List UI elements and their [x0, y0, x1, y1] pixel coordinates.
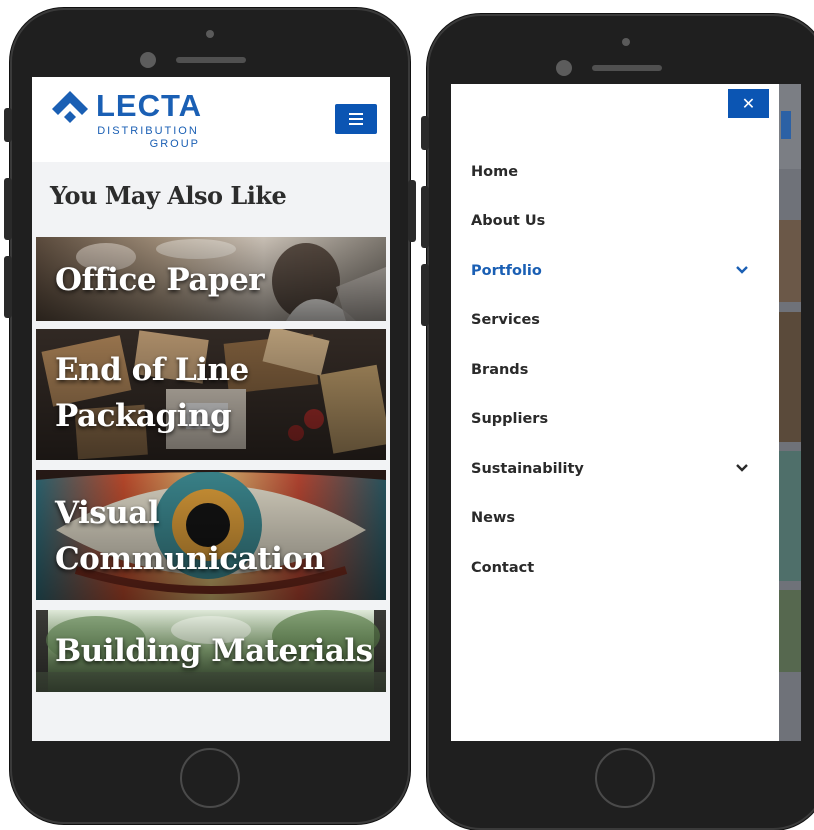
chevron-down-icon[interactable] [735, 265, 749, 275]
backdrop-menu-button [781, 111, 791, 139]
sensor-dot [622, 38, 630, 46]
earpiece-speaker [592, 65, 662, 71]
card-end-of-line-packaging[interactable]: End of Line Packaging [36, 329, 386, 460]
nav-item-services[interactable]: Services [471, 308, 761, 332]
nav-item-portfolio[interactable]: Portfolio [471, 259, 761, 283]
backdrop-card-2 [779, 312, 801, 442]
volume-down-button [4, 256, 12, 318]
backdrop-card-1 [779, 220, 801, 302]
card-label-visual-communication: Visual Communication [55, 495, 325, 577]
nav-drawer: ✕ Home About Us Portfolio Services Brand… [451, 84, 779, 741]
volume-down-button [421, 264, 429, 326]
card-label-building-materials: Building Materials [55, 633, 373, 669]
screen-right: ✕ Home About Us Portfolio Services Brand… [451, 84, 801, 741]
card-office-paper[interactable]: Office Paper [36, 237, 386, 321]
backdrop-card-3 [779, 451, 801, 581]
nav-label: Brands [471, 362, 529, 378]
mute-switch [421, 116, 429, 150]
volume-up-button [4, 178, 12, 240]
chevron-down-icon[interactable] [735, 463, 749, 473]
hamburger-icon-bar [349, 118, 363, 120]
home-button [180, 748, 240, 808]
close-icon: ✕ [741, 94, 756, 113]
lecta-logo-icon [52, 91, 88, 123]
home-button [595, 748, 655, 808]
power-button [408, 180, 416, 242]
brand-subtitle-line2: GROUP [149, 138, 200, 150]
phone-frame-left: LECTA DISTRIBUTION GROUP You May Also Li… [4, 8, 416, 824]
card-label-office-paper: Office Paper [55, 262, 265, 298]
nav-item-sustainability[interactable]: Sustainability [471, 457, 761, 481]
front-camera [140, 52, 156, 68]
nav-label: Services [471, 312, 540, 328]
earpiece-speaker [176, 57, 246, 63]
card-label-end-of-line-packaging: End of Line Packaging [55, 352, 249, 434]
sensor-dot [206, 30, 214, 38]
hamburger-icon-bar [349, 123, 363, 125]
hamburger-icon [349, 113, 363, 115]
card-visual-communication[interactable]: Visual Communication [36, 470, 386, 600]
phone-frame-right: ✕ Home About Us Portfolio Services Brand… [421, 14, 814, 830]
section-title: You May Also Like [50, 181, 287, 210]
nav-item-brands[interactable]: Brands [471, 358, 761, 382]
nav-label: Suppliers [471, 411, 549, 427]
nav-label: Contact [471, 560, 535, 576]
nav-label: About Us [471, 213, 546, 229]
nav-item-home[interactable]: Home [471, 160, 761, 184]
nav-item-about-us[interactable]: About Us [471, 209, 761, 233]
mute-switch [4, 108, 12, 142]
front-camera [556, 60, 572, 76]
screen-left: LECTA DISTRIBUTION GROUP You May Also Li… [32, 77, 390, 741]
nav-label: News [471, 510, 515, 526]
nav-item-contact[interactable]: Contact [471, 556, 761, 580]
nav-label: Home [471, 164, 519, 180]
backdrop-card-4 [779, 590, 801, 672]
nav-item-suppliers[interactable]: Suppliers [471, 407, 761, 431]
nav-label: Portfolio [471, 263, 542, 279]
site-header: LECTA DISTRIBUTION GROUP [32, 77, 390, 162]
close-menu-button[interactable]: ✕ [728, 89, 769, 118]
volume-up-button [421, 186, 429, 248]
card-building-materials[interactable]: Building Materials [36, 610, 386, 692]
brand-name: LECTA [96, 88, 203, 123]
nav-item-news[interactable]: News [471, 506, 761, 530]
hamburger-menu-button[interactable] [335, 104, 377, 134]
brand-subtitle-line1: DISTRIBUTION [97, 125, 199, 137]
nav-label: Sustainability [471, 461, 584, 477]
